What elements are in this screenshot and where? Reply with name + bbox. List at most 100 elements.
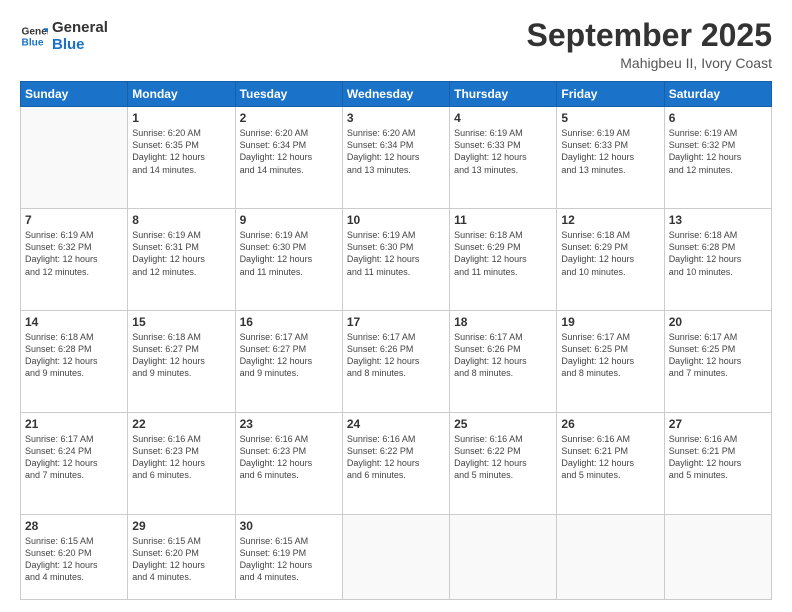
calendar-cell: 3Sunrise: 6:20 AM Sunset: 6:34 PM Daylig… xyxy=(342,107,449,209)
day-info: Sunrise: 6:16 AM Sunset: 6:22 PM Dayligh… xyxy=(454,433,552,482)
calendar-cell: 22Sunrise: 6:16 AM Sunset: 6:23 PM Dayli… xyxy=(128,412,235,514)
day-info: Sunrise: 6:18 AM Sunset: 6:28 PM Dayligh… xyxy=(25,331,123,380)
day-number: 13 xyxy=(669,213,767,227)
day-number: 24 xyxy=(347,417,445,431)
calendar-table: SundayMondayTuesdayWednesdayThursdayFrid… xyxy=(20,81,772,600)
day-number: 15 xyxy=(132,315,230,329)
day-number: 30 xyxy=(240,519,338,533)
calendar-cell: 7 Sunrise: 6:19 AM Sunset: 6:32 PM Daylig… xyxy=(21,209,128,311)
calendar-cell: 13Sunrise: 6:18 AM Sunset: 6:28 PM Dayli… xyxy=(664,209,771,311)
calendar-cell: 23 Sunrise: 6:16 AM Sunset: 6:23 PM Dayli… xyxy=(235,412,342,514)
calendar-week-row: 14 Sunrise: 6:18 AM Sunset: 6:28 PM Dayli… xyxy=(21,311,772,413)
calendar-cell xyxy=(450,514,557,599)
day-info: Sunrise: 6:16 AM Sunset: 6:21 PM Dayligh… xyxy=(669,433,767,482)
day-number: 5 xyxy=(561,111,659,125)
calendar-cell: 19 Sunrise: 6:17 AM Sunset: 6:25 PM Dayli… xyxy=(557,311,664,413)
day-number: 25 xyxy=(454,417,552,431)
calendar-cell: 18 Sunrise: 6:17 AM Sunset: 6:26 PM Dayli… xyxy=(450,311,557,413)
day-info: Sunrise: 6:18 AM Sunset: 6:29 PM Dayligh… xyxy=(454,229,552,278)
calendar-week-row: 21 Sunrise: 6:17 AM Sunset: 6:24 PM Dayli… xyxy=(21,412,772,514)
day-info: Sunrise: 6:18 AM Sunset: 6:27 PM Dayligh… xyxy=(132,331,230,380)
day-info: Sunrise: 6:19 AM Sunset: 6:30 PM Dayligh… xyxy=(240,229,338,278)
calendar-cell: 9 Sunrise: 6:19 AM Sunset: 6:30 PM Daylig… xyxy=(235,209,342,311)
logo-icon: General Blue xyxy=(20,22,48,50)
day-number: 23 xyxy=(240,417,338,431)
calendar-week-row: 7 Sunrise: 6:19 AM Sunset: 6:32 PM Daylig… xyxy=(21,209,772,311)
day-info: Sunrise: 6:19 AM Sunset: 6:31 PM Dayligh… xyxy=(132,229,230,278)
calendar-cell: 16 Sunrise: 6:17 AM Sunset: 6:27 PM Dayli… xyxy=(235,311,342,413)
calendar-cell: 12 Sunrise: 6:18 AM Sunset: 6:29 PM Dayli… xyxy=(557,209,664,311)
month-title: September 2025 xyxy=(527,18,772,53)
day-info: Sunrise: 6:17 AM Sunset: 6:24 PM Dayligh… xyxy=(25,433,123,482)
logo-line2: Blue xyxy=(52,37,108,54)
calendar-week-row: 28Sunrise: 6:15 AM Sunset: 6:20 PM Dayli… xyxy=(21,514,772,599)
day-info: Sunrise: 6:19 AM Sunset: 6:33 PM Dayligh… xyxy=(561,127,659,176)
calendar-cell: 20 Sunrise: 6:17 AM Sunset: 6:25 PM Dayli… xyxy=(664,311,771,413)
day-number: 18 xyxy=(454,315,552,329)
day-number: 20 xyxy=(669,315,767,329)
day-info: Sunrise: 6:17 AM Sunset: 6:25 PM Dayligh… xyxy=(561,331,659,380)
day-number: 27 xyxy=(669,417,767,431)
day-info: Sunrise: 6:17 AM Sunset: 6:25 PM Dayligh… xyxy=(669,331,767,380)
day-info: Sunrise: 6:16 AM Sunset: 6:21 PM Dayligh… xyxy=(561,433,659,482)
calendar-cell: 15 Sunrise: 6:18 AM Sunset: 6:27 PM Dayli… xyxy=(128,311,235,413)
day-info: Sunrise: 6:17 AM Sunset: 6:27 PM Dayligh… xyxy=(240,331,338,380)
calendar-cell: 8Sunrise: 6:19 AM Sunset: 6:31 PM Daylig… xyxy=(128,209,235,311)
logo: General Blue General Blue xyxy=(20,18,108,53)
logo-line1: General xyxy=(52,20,108,37)
day-info: Sunrise: 6:16 AM Sunset: 6:22 PM Dayligh… xyxy=(347,433,445,482)
day-number: 2 xyxy=(240,111,338,125)
day-info: Sunrise: 6:20 AM Sunset: 6:35 PM Dayligh… xyxy=(132,127,230,176)
svg-text:Blue: Blue xyxy=(22,37,44,48)
day-number: 17 xyxy=(347,315,445,329)
day-info: Sunrise: 6:15 AM Sunset: 6:20 PM Dayligh… xyxy=(25,535,123,584)
calendar-day-header: Wednesday xyxy=(342,82,449,107)
title-block: September 2025 Mahigbeu II, Ivory Coast xyxy=(527,18,772,71)
calendar-cell: 24 Sunrise: 6:16 AM Sunset: 6:22 PM Dayli… xyxy=(342,412,449,514)
day-info: Sunrise: 6:20 AM Sunset: 6:34 PM Dayligh… xyxy=(347,127,445,176)
calendar-header-row: SundayMondayTuesdayWednesdayThursdayFrid… xyxy=(21,82,772,107)
day-info: Sunrise: 6:19 AM Sunset: 6:30 PM Dayligh… xyxy=(347,229,445,278)
day-number: 16 xyxy=(240,315,338,329)
calendar-cell xyxy=(664,514,771,599)
day-number: 29 xyxy=(132,519,230,533)
page: General Blue General Blue September 2025… xyxy=(0,0,792,612)
day-info: Sunrise: 6:17 AM Sunset: 6:26 PM Dayligh… xyxy=(454,331,552,380)
day-number: 26 xyxy=(561,417,659,431)
day-number: 7 xyxy=(25,213,123,227)
day-info: Sunrise: 6:19 AM Sunset: 6:33 PM Dayligh… xyxy=(454,127,552,176)
calendar-day-header: Friday xyxy=(557,82,664,107)
day-number: 1 xyxy=(132,111,230,125)
calendar-day-header: Saturday xyxy=(664,82,771,107)
header: General Blue General Blue September 2025… xyxy=(20,18,772,71)
calendar-week-row: 1 Sunrise: 6:20 AM Sunset: 6:35 PM Daylig… xyxy=(21,107,772,209)
calendar-cell: 1 Sunrise: 6:20 AM Sunset: 6:35 PM Daylig… xyxy=(128,107,235,209)
day-number: 6 xyxy=(669,111,767,125)
calendar-cell xyxy=(342,514,449,599)
calendar-cell: 28Sunrise: 6:15 AM Sunset: 6:20 PM Dayli… xyxy=(21,514,128,599)
calendar-day-header: Monday xyxy=(128,82,235,107)
day-info: Sunrise: 6:16 AM Sunset: 6:23 PM Dayligh… xyxy=(132,433,230,482)
calendar-cell: 14 Sunrise: 6:18 AM Sunset: 6:28 PM Dayli… xyxy=(21,311,128,413)
day-info: Sunrise: 6:16 AM Sunset: 6:23 PM Dayligh… xyxy=(240,433,338,482)
day-number: 12 xyxy=(561,213,659,227)
day-number: 9 xyxy=(240,213,338,227)
calendar-cell: 5 Sunrise: 6:19 AM Sunset: 6:33 PM Daylig… xyxy=(557,107,664,209)
calendar-cell: 30 Sunrise: 6:15 AM Sunset: 6:19 PM Dayli… xyxy=(235,514,342,599)
calendar-cell: 21 Sunrise: 6:17 AM Sunset: 6:24 PM Dayli… xyxy=(21,412,128,514)
day-info: Sunrise: 6:20 AM Sunset: 6:34 PM Dayligh… xyxy=(240,127,338,176)
calendar-day-header: Sunday xyxy=(21,82,128,107)
day-number: 4 xyxy=(454,111,552,125)
day-number: 21 xyxy=(25,417,123,431)
day-number: 14 xyxy=(25,315,123,329)
day-info: Sunrise: 6:15 AM Sunset: 6:19 PM Dayligh… xyxy=(240,535,338,584)
calendar-cell: 17Sunrise: 6:17 AM Sunset: 6:26 PM Dayli… xyxy=(342,311,449,413)
day-info: Sunrise: 6:15 AM Sunset: 6:20 PM Dayligh… xyxy=(132,535,230,584)
calendar-cell: 26 Sunrise: 6:16 AM Sunset: 6:21 PM Dayli… xyxy=(557,412,664,514)
day-info: Sunrise: 6:19 AM Sunset: 6:32 PM Dayligh… xyxy=(25,229,123,278)
calendar-cell: 6 Sunrise: 6:19 AM Sunset: 6:32 PM Daylig… xyxy=(664,107,771,209)
day-info: Sunrise: 6:18 AM Sunset: 6:29 PM Dayligh… xyxy=(561,229,659,278)
day-number: 19 xyxy=(561,315,659,329)
day-info: Sunrise: 6:19 AM Sunset: 6:32 PM Dayligh… xyxy=(669,127,767,176)
calendar-cell xyxy=(557,514,664,599)
